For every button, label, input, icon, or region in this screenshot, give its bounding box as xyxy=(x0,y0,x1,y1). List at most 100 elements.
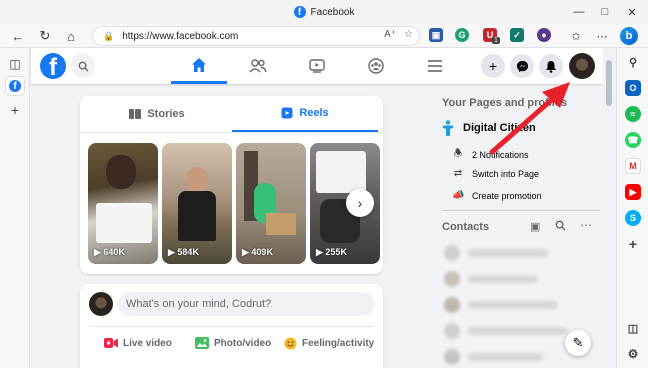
reel-person-head xyxy=(106,155,136,189)
browser-sidebar: ⚲ O ≈ ☎ M ▶ S + ◫ ⚙ xyxy=(616,48,648,368)
contact-item[interactable] xyxy=(444,271,538,287)
spotify-icon[interactable]: ≈ xyxy=(625,106,641,122)
youtube-icon[interactable]: ▶ xyxy=(625,184,641,200)
skype-icon[interactable]: S xyxy=(625,210,641,226)
reel-thumbnail[interactable]: ▶ 584K xyxy=(162,143,232,264)
tab-reels[interactable]: Reels xyxy=(232,96,378,132)
contact-avatar xyxy=(444,297,460,313)
reel-caption-box xyxy=(96,203,152,243)
facebook-logo[interactable]: f xyxy=(40,53,66,79)
reel-view-count-value: 584K xyxy=(177,247,199,257)
refresh-button[interactable]: ↻ xyxy=(35,26,55,46)
reel-view-count-value: 640K xyxy=(103,247,125,257)
post-composer: What's on your mind, Codrut? Live video … xyxy=(80,284,383,368)
tab-stories-label: Stories xyxy=(147,108,185,120)
grammarly-icon[interactable]: G xyxy=(455,28,469,42)
whatsapp-icon[interactable]: ☎ xyxy=(625,132,641,148)
read-aloud-icon[interactable]: A⁺ xyxy=(384,29,396,40)
maximize-button[interactable]: □ xyxy=(592,0,618,24)
friends-icon xyxy=(249,59,267,73)
contact-item[interactable] xyxy=(444,349,543,365)
smiley-icon xyxy=(284,336,297,350)
next-reels-button[interactable]: › xyxy=(346,189,374,217)
extension-4-icon[interactable]: ✓ xyxy=(510,28,524,42)
sidebar-search-icon[interactable]: ⚲ xyxy=(625,54,641,70)
compose-icon: ✎ xyxy=(572,335,584,350)
minimize-button[interactable]: — xyxy=(566,0,592,24)
hamburger-icon xyxy=(428,60,442,72)
vertical-tabs-strip: ◫ f + xyxy=(0,48,30,368)
more-menu-icon[interactable]: ⋯ xyxy=(592,26,612,46)
sidebar-settings-icon[interactable]: ⚙ xyxy=(625,346,641,362)
extension-1-icon[interactable]: ▣ xyxy=(429,28,443,42)
contact-name-redacted xyxy=(468,249,548,257)
contact-name-redacted xyxy=(468,327,568,335)
close-button[interactable]: ✕ xyxy=(619,0,645,24)
reel-view-count-value: 255K xyxy=(325,247,347,257)
favorites-icon[interactable]: ✩ xyxy=(566,26,586,46)
new-tab-plus-icon[interactable]: + xyxy=(6,101,24,119)
window-title: f Facebook xyxy=(293,6,355,18)
composer-avatar[interactable] xyxy=(89,292,113,316)
contact-avatar xyxy=(444,271,460,287)
address-bar[interactable]: 🔒 https://www.facebook.com A⁺ ☆ xyxy=(92,26,420,46)
split-screen-icon[interactable]: ◫ xyxy=(625,320,641,336)
add-favorite-icon[interactable]: ☆ xyxy=(404,29,413,40)
photo-icon xyxy=(195,337,209,349)
reel-caption-box xyxy=(316,151,366,193)
facebook-tab[interactable]: f xyxy=(6,77,24,95)
tab-watch[interactable] xyxy=(289,48,345,84)
facebook-tab-icon: f xyxy=(9,80,21,92)
digital-citizen-logo-icon xyxy=(443,120,453,136)
contact-name-redacted xyxy=(468,353,543,361)
extension-badge: 1 xyxy=(492,37,500,44)
contact-item[interactable] xyxy=(444,297,558,313)
reel-thumbnail[interactable]: ▶ 409K xyxy=(236,143,306,264)
browser-toolbar: ← ↻ ⌂ 🔒 https://www.facebook.com A⁺ ☆ ▣ … xyxy=(0,24,648,48)
contacts-options-icon[interactable]: ⋯ xyxy=(580,218,592,232)
home-button[interactable]: ⌂ xyxy=(61,26,81,46)
tab-stories[interactable]: Stories xyxy=(84,96,230,132)
contact-item[interactable] xyxy=(444,323,568,339)
reel-view-count: ▶ 255K xyxy=(316,247,347,257)
reel-person-body xyxy=(178,191,216,241)
gmail-icon[interactable]: M xyxy=(625,158,641,174)
contact-avatar xyxy=(444,323,460,339)
live-video-icon xyxy=(104,338,118,348)
live-video-button[interactable]: Live video xyxy=(104,332,172,354)
reel-view-count: ▶ 409K xyxy=(242,247,273,257)
add-sidebar-app-icon[interactable]: + xyxy=(625,236,641,252)
outlook-icon[interactable]: O xyxy=(625,80,641,96)
window-title-text: Facebook xyxy=(310,6,355,18)
extension-5-icon[interactable]: ● xyxy=(537,28,551,42)
facebook-favicon-icon: f xyxy=(293,6,306,18)
photo-video-button[interactable]: Photo/video xyxy=(195,332,271,354)
reel-thumbnail[interactable]: ▶ 640K xyxy=(88,143,158,264)
composer-divider xyxy=(89,326,374,327)
photo-video-label: Photo/video xyxy=(214,337,272,349)
create-promotion-label: Create promotion xyxy=(472,190,542,201)
tab-actions-icon[interactable]: ◫ xyxy=(6,55,24,73)
video-call-icon[interactable]: ▣ xyxy=(530,220,540,233)
tab-home[interactable] xyxy=(171,48,227,84)
new-message-button[interactable]: ✎ xyxy=(565,330,591,356)
search-icon xyxy=(78,61,89,72)
lock-icon: 🔒 xyxy=(103,30,115,41)
composer-placeholder: What's on your mind, Codrut? xyxy=(126,298,272,310)
feeling-activity-button[interactable]: Feeling/activity xyxy=(284,332,374,354)
tab-friends[interactable] xyxy=(230,48,286,84)
contact-avatar xyxy=(444,245,460,261)
bing-icon[interactable]: b xyxy=(620,27,638,45)
search-button[interactable] xyxy=(71,54,95,78)
whats-on-your-mind-input[interactable]: What's on your mind, Codrut? xyxy=(118,292,374,316)
contact-name-redacted xyxy=(468,301,558,309)
red-annotation-arrow xyxy=(489,82,570,155)
groups-icon xyxy=(368,58,384,74)
tab-groups[interactable] xyxy=(348,48,404,84)
contacts-search-button[interactable] xyxy=(555,220,566,234)
create-promotion-item[interactable]: 📣 Create promotion xyxy=(452,190,542,201)
tab-menu[interactable] xyxy=(407,48,463,84)
contact-item[interactable] xyxy=(444,245,548,261)
browser-window: f Facebook — □ ✕ ← ↻ ⌂ 🔒 https://www.fac… xyxy=(0,0,648,368)
back-button[interactable]: ← xyxy=(8,26,28,46)
